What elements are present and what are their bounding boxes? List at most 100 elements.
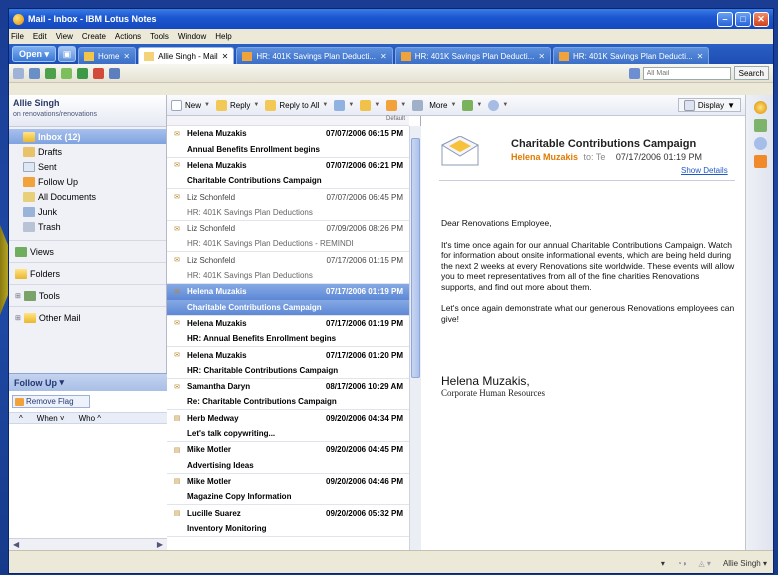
message-subject-row[interactable]: Charitable Contributions Campaign bbox=[167, 299, 409, 316]
column-who[interactable]: Who ^ bbox=[79, 414, 101, 423]
column-when[interactable]: When ˅ bbox=[37, 414, 65, 423]
open-button[interactable]: Open ▾ bbox=[12, 46, 57, 62]
activities-icon[interactable] bbox=[754, 137, 767, 150]
message-row[interactable]: ✉ Liz Schonfeld 07/07/2006 06:45 PM bbox=[167, 189, 409, 205]
menu-actions[interactable]: Actions bbox=[115, 32, 141, 41]
move-to-folder-button[interactable]: ▼ bbox=[360, 99, 380, 111]
search-view-button[interactable]: ▼ bbox=[488, 99, 508, 111]
message-row[interactable]: ▤ Mike Motler 09/20/2006 04:46 PM bbox=[167, 474, 409, 490]
calendar-icon[interactable] bbox=[754, 119, 767, 132]
search-button[interactable]: Search bbox=[733, 66, 769, 80]
nav-section-other-mail[interactable]: ⊞ Other Mail bbox=[9, 306, 166, 328]
reply-all-button[interactable]: Reply to All ▼ bbox=[265, 99, 328, 111]
edit-icon[interactable] bbox=[77, 67, 88, 79]
message-subject-row[interactable]: HR: 401K Savings Plan Deductions bbox=[167, 205, 409, 221]
scrollbar-thumb[interactable] bbox=[411, 138, 420, 378]
message-row[interactable]: ✉ Liz Schonfeld 07/09/2006 08:26 PM bbox=[167, 221, 409, 237]
message-row[interactable]: ✉ Helena Muzakis 07/17/2006 01:20 PM bbox=[167, 347, 409, 363]
folder-sent[interactable]: Sent bbox=[9, 159, 166, 174]
list-scrollbar[interactable] bbox=[409, 126, 421, 550]
availability-icon[interactable]: ◬ ▾ bbox=[699, 559, 711, 568]
message-subject-row[interactable]: Annual Benefits Enrollment begins bbox=[167, 142, 409, 158]
message-row[interactable]: ▤ Herb Medway 09/20/2006 04:34 PM bbox=[167, 410, 409, 426]
status-user[interactable]: Allie Singh ▾ bbox=[723, 559, 767, 568]
delete-icon[interactable] bbox=[93, 67, 104, 79]
close-tab-icon[interactable]: ✕ bbox=[123, 52, 130, 61]
message-row[interactable]: ✉ Helena Muzakis 07/17/2006 01:19 PM bbox=[167, 283, 409, 300]
folder-junk[interactable]: Junk bbox=[9, 204, 166, 219]
message-subject-row[interactable]: Re: Charitable Contributions Campaign bbox=[167, 395, 409, 411]
nav-horizontal-scrollbar[interactable]: ◀ ▶ bbox=[9, 538, 167, 550]
tab-document-2[interactable]: HR: 401K Savings Plan Deducti... ✕ bbox=[394, 47, 552, 64]
message-subject-row[interactable]: Advertising Ideas bbox=[167, 458, 409, 474]
preview-sender[interactable]: Helena Muzakis bbox=[511, 152, 578, 162]
menu-window[interactable]: Window bbox=[178, 32, 206, 41]
scroll-right-icon[interactable]: ▶ bbox=[157, 540, 163, 549]
menu-file[interactable]: File bbox=[11, 32, 24, 41]
tab-document-1[interactable]: HR: 401K Savings Plan Deducti... ✕ bbox=[236, 47, 393, 64]
menu-edit[interactable]: Edit bbox=[33, 32, 47, 41]
display-button[interactable]: Display ▼ bbox=[677, 98, 741, 112]
menu-help[interactable]: Help bbox=[215, 32, 231, 41]
folder-follow-up[interactable]: Follow Up bbox=[9, 174, 166, 189]
message-row[interactable]: ✉ Helena Muzakis 07/17/2006 01:19 PM bbox=[167, 316, 409, 332]
expand-icon[interactable]: ⊞ bbox=[15, 292, 21, 300]
message-row[interactable]: ✉ Liz Schonfeld 07/17/2006 01:15 PM bbox=[167, 252, 409, 268]
edit-icon[interactable] bbox=[61, 67, 72, 79]
message-subject-row[interactable]: HR: 401K Savings Plan Deductions bbox=[167, 268, 409, 284]
message-subject-row[interactable]: HR: Charitable Contributions Campaign bbox=[167, 363, 409, 379]
menu-tools[interactable]: Tools bbox=[150, 32, 169, 41]
close-tab-icon[interactable]: ✕ bbox=[697, 52, 704, 61]
chat-button[interactable]: ▼ bbox=[462, 99, 482, 111]
menu-view[interactable]: View bbox=[56, 32, 73, 41]
tab-mail[interactable]: Allie Singh - Mail ✕ bbox=[138, 47, 235, 64]
folder-all-documents[interactable]: All Documents bbox=[9, 189, 166, 204]
more-button[interactable]: More ▼ bbox=[429, 101, 456, 110]
edit-icon[interactable] bbox=[45, 67, 56, 79]
remove-flag-button[interactable]: Remove Flag bbox=[12, 395, 90, 408]
tab-document-3[interactable]: HR: 401K Savings Plan Deducti... ✕ bbox=[553, 47, 710, 64]
message-row[interactable]: ▤ Mike Motler 09/20/2006 04:45 PM bbox=[167, 442, 409, 458]
message-row[interactable]: ✉ Helena Muzakis 07/07/2006 06:21 PM bbox=[167, 158, 409, 174]
window-list-icon[interactable]: ▣ bbox=[58, 46, 77, 62]
status-indicator-icon[interactable]: ◔◑ bbox=[677, 559, 687, 568]
folder-trash[interactable]: Trash bbox=[9, 219, 166, 234]
folder-inbox[interactable]: Inbox (12) bbox=[9, 129, 166, 144]
message-subject-row[interactable]: Magazine Copy Information bbox=[167, 489, 409, 506]
message-subject-row[interactable]: Charitable Contributions Campaign bbox=[167, 173, 409, 190]
scroll-left-icon[interactable]: ◀ bbox=[13, 540, 19, 549]
close-button[interactable]: ✕ bbox=[753, 11, 769, 27]
message-row[interactable]: ✉ Helena Muzakis 07/07/2006 06:15 PM bbox=[167, 126, 409, 142]
menu-create[interactable]: Create bbox=[82, 32, 106, 41]
message-row[interactable]: ▤ Lucille Suarez 09/20/2006 05:32 PM bbox=[167, 505, 409, 521]
search-scope-icon[interactable] bbox=[628, 67, 640, 79]
new-icon[interactable] bbox=[13, 67, 24, 79]
close-tab-icon[interactable]: ✕ bbox=[380, 52, 387, 61]
sametime-icon[interactable] bbox=[754, 101, 767, 114]
nav-section-folders[interactable]: Folders bbox=[9, 262, 166, 284]
nav-section-tools[interactable]: ⊞ Tools bbox=[9, 284, 166, 306]
message-row[interactable]: ✉ Samantha Daryn 08/17/2006 10:29 AM bbox=[167, 379, 409, 395]
delete-button[interactable] bbox=[412, 99, 424, 111]
show-details-link[interactable]: Show Details bbox=[681, 166, 728, 175]
message-subject-row[interactable]: Let's talk copywriting... bbox=[167, 426, 409, 442]
message-subject-row[interactable]: Inventory Monitoring bbox=[167, 521, 409, 537]
reply-button[interactable]: Reply ▼ bbox=[215, 99, 259, 111]
new-button[interactable]: New ▼ bbox=[171, 99, 210, 111]
sort-icon[interactable]: ^ bbox=[19, 414, 23, 423]
nav-section-views[interactable]: Views bbox=[9, 240, 166, 262]
search-input[interactable] bbox=[642, 66, 731, 80]
folder-drafts[interactable]: Drafts bbox=[9, 144, 166, 159]
feeds-icon[interactable] bbox=[754, 155, 767, 168]
forward-button[interactable]: ▼ bbox=[334, 99, 354, 111]
print-icon[interactable] bbox=[29, 67, 40, 79]
status-dropdown-icon[interactable]: ▾ bbox=[661, 559, 665, 568]
expand-icon[interactable]: ⊞ bbox=[15, 314, 21, 322]
close-tab-icon[interactable]: ✕ bbox=[538, 52, 545, 61]
follow-up-header[interactable]: Follow Up ▾ bbox=[9, 373, 167, 391]
maximize-button[interactable]: □ bbox=[735, 11, 751, 27]
message-subject-row[interactable]: HR: 401K Savings Plan Deductions - REMIN… bbox=[167, 237, 409, 253]
binoculars-icon[interactable] bbox=[109, 67, 120, 79]
message-subject-row[interactable]: HR: Annual Benefits Enrollment begins bbox=[167, 331, 409, 348]
tab-home[interactable]: Home ✕ bbox=[78, 47, 137, 64]
